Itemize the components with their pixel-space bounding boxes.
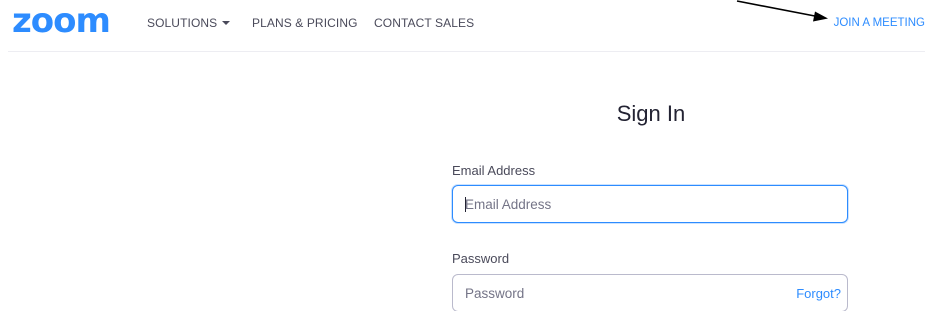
- caret-down-icon: [222, 21, 231, 25]
- zoom-logo[interactable]: zoom: [12, 4, 111, 38]
- nav-solutions-label: SOLUTIONS: [147, 16, 218, 30]
- text-cursor: [465, 197, 466, 212]
- top-navigation: zoom SOLUTIONS PLANS & PRICING CONTACT S…: [0, 0, 925, 50]
- email-field-wrapper: [452, 185, 848, 223]
- email-field[interactable]: [453, 186, 847, 222]
- password-field-wrapper: Forgot?: [452, 274, 848, 311]
- header-divider: [8, 51, 925, 52]
- password-field[interactable]: [453, 275, 847, 311]
- nav-contact-sales[interactable]: CONTACT SALES: [374, 16, 474, 30]
- password-label: Password: [452, 251, 510, 266]
- join-meeting-link[interactable]: JOIN A MEETING: [834, 16, 925, 30]
- forgot-password-link[interactable]: Forgot?: [796, 286, 841, 301]
- email-label: Email Address: [452, 163, 536, 178]
- zoom-signin-page: zoom SOLUTIONS PLANS & PRICING CONTACT S…: [0, 0, 925, 311]
- nav-plans-pricing[interactable]: PLANS & PRICING: [252, 16, 358, 30]
- nav-solutions[interactable]: SOLUTIONS: [147, 16, 231, 30]
- signin-title: Sign In: [616, 101, 686, 126]
